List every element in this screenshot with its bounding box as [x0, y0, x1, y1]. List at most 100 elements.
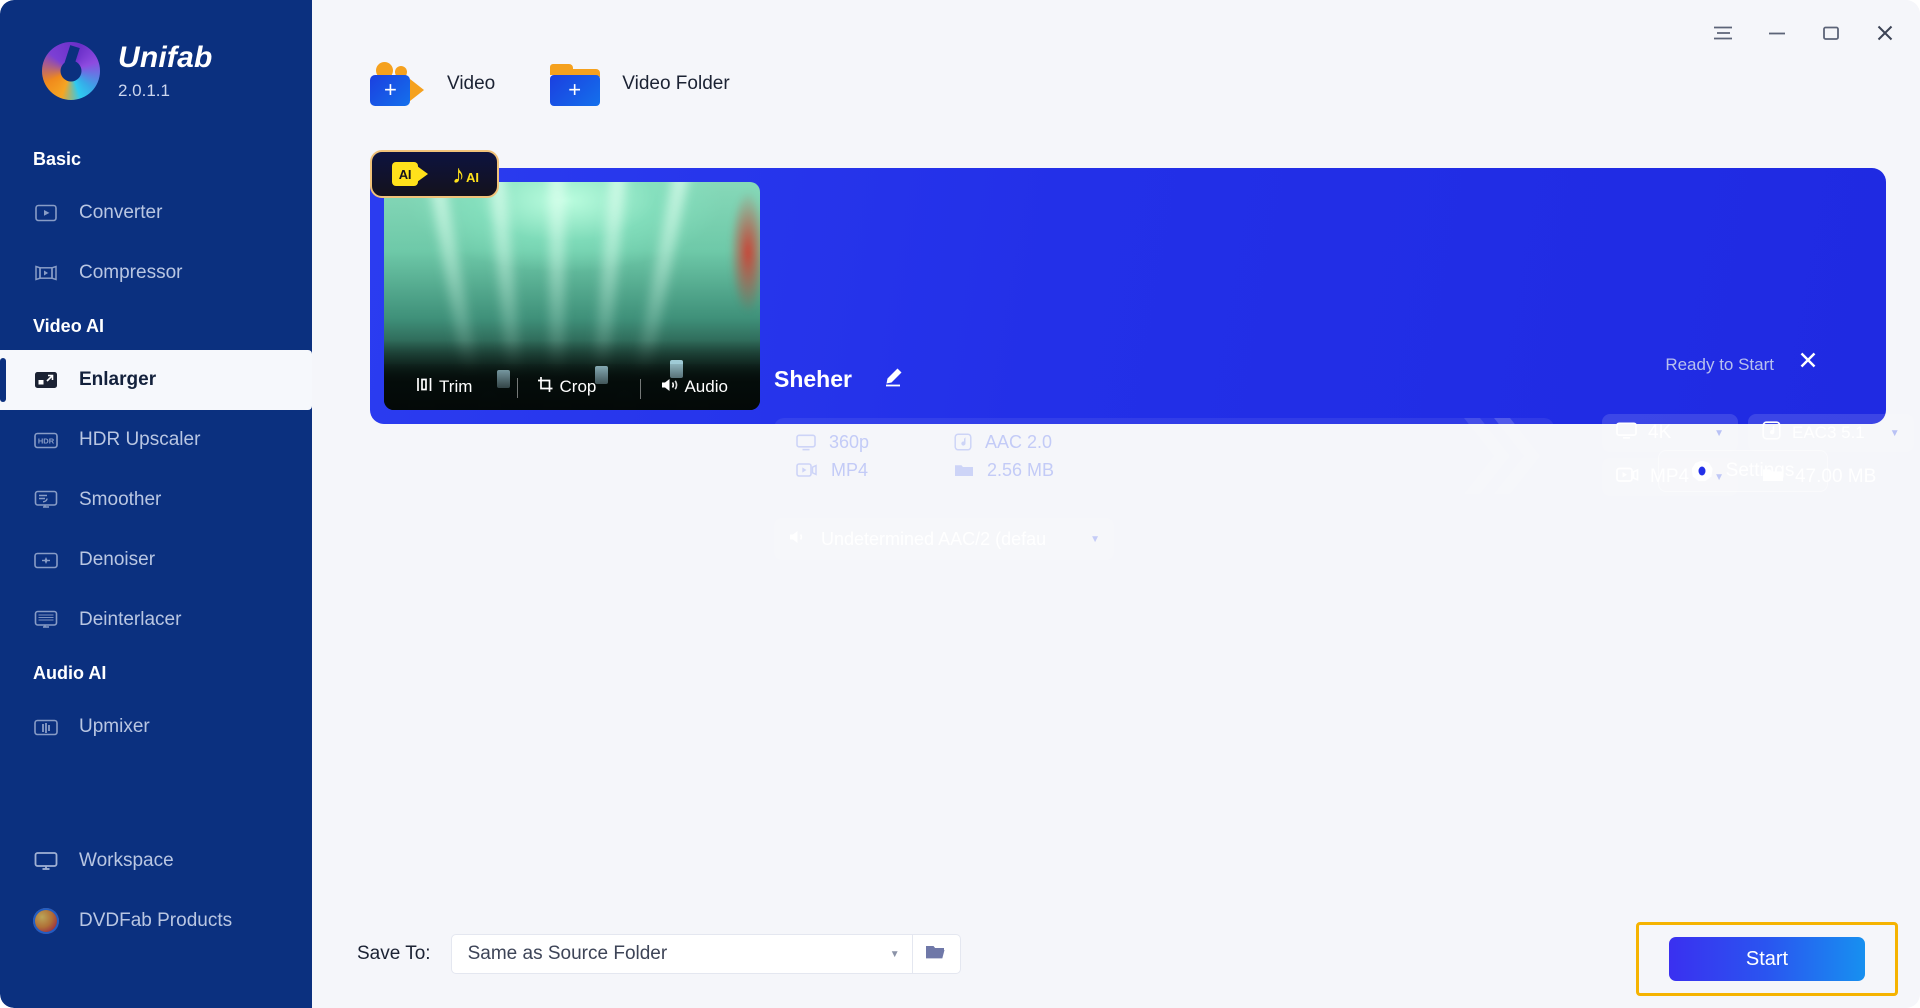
- ai-video-camera-icon: AI: [392, 162, 428, 186]
- sidebar-item-dvdfab-products[interactable]: DVDFab Products: [0, 891, 312, 951]
- sidebar: Unifab 2.0.1.1 Basic Converter Compresso…: [0, 0, 312, 1008]
- app-name: Unifab: [118, 41, 213, 74]
- settings-label: Settings: [1725, 460, 1795, 481]
- audio-track-value: Undetermined AAC/2 (defau: [821, 528, 1047, 549]
- trim-button[interactable]: Trim: [406, 376, 482, 398]
- sidebar-item-denoiser[interactable]: Denoiser: [0, 530, 312, 590]
- crop-label: Crop: [559, 377, 597, 396]
- unifab-swirl-logo-icon: [42, 42, 100, 100]
- add-video-folder-button[interactable]: + Video Folder: [549, 62, 730, 106]
- output-audio-value: EAC3 5.1: [1791, 423, 1865, 442]
- sidebar-item-label: Denoiser: [79, 549, 156, 570]
- chevron-down-icon: ▼: [889, 948, 900, 960]
- nav-group-video-ai-label: Video AI: [33, 316, 105, 336]
- folder-icon: [954, 462, 974, 478]
- sidebar-item-hdr-upscaler[interactable]: HDR HDR Upscaler: [0, 410, 312, 470]
- start-button[interactable]: Start: [1669, 937, 1865, 981]
- sidebar-item-label: DVDFab Products: [79, 910, 233, 931]
- app-version: 2.0.1.1: [118, 81, 170, 100]
- main-content: + Video + Video Folder AI ♪ AI Trim Crop…: [312, 0, 1920, 1008]
- minimize-icon[interactable]: [1764, 20, 1790, 46]
- sidebar-nav: Basic Converter Compressor Video AI Enla…: [0, 136, 312, 951]
- chevron-down-icon: ▼: [1714, 427, 1724, 439]
- maximize-icon[interactable]: [1818, 20, 1844, 46]
- sidebar-item-label: Compressor: [79, 262, 183, 283]
- settings-button[interactable]: Settings: [1658, 450, 1828, 492]
- source-info-panel: 360p MP4 AAC 2.0 2.56 MB: [774, 418, 1554, 494]
- chevron-down-icon: ▼: [1889, 427, 1900, 439]
- sidebar-item-label: Smoother: [79, 489, 162, 510]
- hdr-icon: HDR: [33, 427, 59, 453]
- gear-icon: [1691, 460, 1713, 482]
- status-badge: Ready to Start: [1665, 355, 1774, 374]
- pencil-edit-icon[interactable]: [882, 366, 904, 393]
- sidebar-bottom-nav: Workspace DVDFab Products: [0, 831, 312, 951]
- sidebar-item-deinterlacer[interactable]: Deinterlacer: [0, 590, 312, 650]
- conversion-arrow: [1464, 418, 1556, 494]
- video-file-icon: [1616, 466, 1639, 489]
- bottom-bar: Save To: Same as Source Folder ▼ Start: [312, 902, 1920, 1008]
- sidebar-item-label: Upmixer: [79, 716, 150, 737]
- thumbnail-tools: Trim Crop Audio: [384, 364, 760, 410]
- sidebar-item-label: Deinterlacer: [79, 609, 182, 630]
- upmixer-icon: [33, 714, 59, 740]
- denoiser-icon: [33, 547, 59, 573]
- music-note-icon: [1762, 421, 1781, 445]
- save-to-value: Same as Source Folder: [467, 943, 668, 964]
- video-compress-icon: [33, 260, 59, 286]
- chevron-down-icon: ▼: [1090, 533, 1100, 545]
- dvdfab-logo-icon: [33, 908, 59, 934]
- hamburger-menu-icon[interactable]: [1710, 20, 1736, 46]
- sidebar-item-smoother[interactable]: Smoother: [0, 470, 312, 530]
- crop-button[interactable]: Crop: [516, 376, 607, 398]
- speaker-icon: [660, 377, 678, 398]
- sidebar-item-converter[interactable]: Converter: [0, 183, 312, 243]
- ai-video-label: AI: [392, 162, 418, 186]
- close-icon[interactable]: [1872, 20, 1898, 46]
- svg-text:HDR: HDR: [38, 436, 55, 445]
- trim-label: Trim: [439, 377, 473, 396]
- nav-group-basic-label: Basic: [33, 149, 82, 169]
- sidebar-item-compressor[interactable]: Compressor: [0, 243, 312, 303]
- save-to-select[interactable]: Same as Source Folder ▼: [450, 934, 913, 974]
- nav-group-audio-ai-label: Audio AI: [33, 663, 107, 683]
- output-audio-dropdown[interactable]: EAC3 5.1 ▼: [1747, 414, 1914, 452]
- sidebar-item-enlarger[interactable]: Enlarger: [0, 350, 312, 410]
- deinterlacer-icon: [33, 607, 59, 633]
- source-format: MP4: [831, 459, 869, 480]
- audio-track-dropdown[interactable]: Undetermined AAC/2 (defau ▼: [774, 518, 1114, 560]
- trim-icon: [416, 376, 433, 398]
- add-video-folder-icon: +: [549, 62, 601, 106]
- source-audio-codec: AAC 2.0: [985, 431, 1053, 452]
- source-size-row: 2.56 MB: [954, 456, 1054, 484]
- unifab-app-window: Unifab 2.0.1.1 Basic Converter Compresso…: [0, 0, 1920, 1008]
- ai-enhancement-badge: AI ♪ AI: [370, 150, 499, 198]
- task-card: AI ♪ AI Trim Crop Audio Sheher Ready to …: [370, 150, 1914, 560]
- source-resolution-row: 360p: [796, 428, 869, 456]
- music-note-icon: [954, 433, 972, 451]
- start-button-highlight: Start: [1636, 922, 1898, 996]
- video-file-icon: [796, 462, 818, 478]
- window-controls: [1710, 20, 1898, 46]
- speaker-icon: [788, 529, 807, 550]
- sidebar-item-workspace[interactable]: Workspace: [0, 831, 312, 891]
- sidebar-item-upmixer[interactable]: Upmixer: [0, 697, 312, 757]
- source-format-row: MP4: [796, 456, 869, 484]
- sidebar-item-label: Converter: [79, 202, 163, 223]
- folder-open-icon: [924, 942, 948, 966]
- browse-folder-button[interactable]: [912, 934, 961, 974]
- task-title-row: Sheher: [774, 366, 904, 393]
- add-source-toolbar: + Video + Video Folder: [370, 62, 730, 106]
- app-logo: Unifab 2.0.1.1: [0, 0, 312, 100]
- add-video-button[interactable]: + Video: [370, 62, 495, 106]
- remove-task-icon[interactable]: [1798, 350, 1818, 375]
- sidebar-item-label: HDR Upscaler: [79, 429, 201, 450]
- task-title: Sheher: [774, 366, 852, 392]
- audio-button[interactable]: Audio: [640, 377, 737, 399]
- save-to-row: Save To: Same as Source Folder ▼: [357, 934, 961, 974]
- add-video-label: Video: [447, 73, 496, 94]
- output-resolution-dropdown[interactable]: 4K ▼: [1602, 414, 1738, 452]
- add-video-camera-icon: +: [370, 62, 426, 106]
- output-resolution-value: 4K: [1648, 422, 1672, 443]
- save-to-label: Save To:: [357, 943, 431, 964]
